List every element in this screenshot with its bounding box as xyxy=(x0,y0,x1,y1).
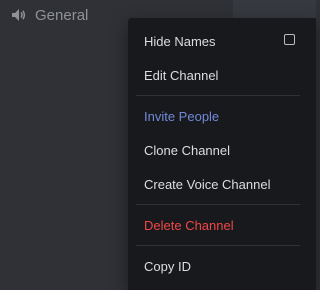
invite-people-label: Invite People xyxy=(144,108,220,124)
channel-name: General xyxy=(35,6,89,24)
menu-divider xyxy=(136,95,300,96)
edit-channel-label: Edit Channel xyxy=(144,67,219,83)
copy-id-label: Copy ID xyxy=(144,258,191,274)
menu-item-create-voice-channel[interactable]: Create Voice Channel xyxy=(128,167,316,201)
menu-divider xyxy=(136,204,300,205)
discord-window: General Hide Names Edit Channel Invite P… xyxy=(0,0,316,290)
speaker-icon xyxy=(10,6,28,24)
menu-divider xyxy=(136,245,300,246)
menu-item-edit-channel[interactable]: Edit Channel xyxy=(128,58,316,92)
menu-item-invite-people[interactable]: Invite People xyxy=(128,99,316,133)
voice-channel-general[interactable]: General xyxy=(10,4,88,26)
menu-item-copy-id[interactable]: Copy ID xyxy=(128,249,316,283)
channel-context-menu: Hide Names Edit Channel Invite People Cl… xyxy=(128,18,316,290)
menu-item-clone-channel[interactable]: Clone Channel xyxy=(128,133,316,167)
clone-channel-label: Clone Channel xyxy=(144,142,231,158)
menu-item-hide-names[interactable]: Hide Names xyxy=(128,24,316,58)
create-voice-channel-label: Create Voice Channel xyxy=(144,176,271,192)
delete-channel-label: Delete Channel xyxy=(144,217,234,233)
hide-names-checkbox[interactable] xyxy=(284,34,295,45)
hide-names-label: Hide Names xyxy=(144,33,216,49)
menu-item-delete-channel[interactable]: Delete Channel xyxy=(128,208,316,242)
